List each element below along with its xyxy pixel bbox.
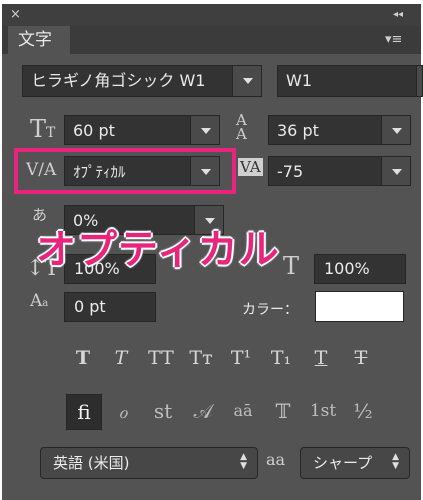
language-value: 英語 (米国) [53,454,130,472]
swash-button[interactable]: 𝒜 [186,394,220,428]
chevron-down-icon [381,116,410,144]
optical-annotation: オプティカル [36,227,280,273]
subscript-button[interactable]: T₁ [264,344,298,372]
tsume-icon: あ [32,206,48,224]
baseline-shift-field[interactable]: 0 pt [64,292,156,322]
baseline-shift-icon: Aa [30,291,49,311]
titling-alternates-button[interactable]: 𝕋 [266,394,300,428]
tracking-icon: VA [238,158,263,176]
leading-icon: AA [236,111,247,143]
font-style-value: W1 [286,71,312,90]
close-icon[interactable]: × [10,8,21,22]
baseline-shift-value: 0 pt [74,297,106,316]
antialias-select[interactable]: シャープ ▲ ▼ [300,447,410,479]
antialias-icon: aa [266,450,286,469]
faux-italic-button[interactable]: T [104,344,138,372]
discretionary-ligatures-button[interactable]: st [146,394,180,428]
text-color-swatch[interactable] [315,291,404,322]
tracking-dropdown[interactable]: -75 [268,156,411,186]
color-label: カラー： [242,302,298,318]
small-caps-button[interactable]: Tт [184,344,218,372]
ordinals-button[interactable]: 1st [306,394,340,428]
standard-ligatures-button[interactable]: fi [66,394,102,430]
updown-icon: ▲ ▼ [392,452,399,471]
font-family-value: ヒラギノ角ゴシック W1 [31,71,206,90]
panel-titlebar [2,4,421,26]
font-size-value: 60 pt [73,121,115,140]
font-style-dropdown[interactable]: W1 [277,65,423,97]
chevron-down-icon [381,157,410,185]
horizontal-scale-field[interactable]: 100% [314,254,406,284]
leading-value: 36 pt [277,121,319,140]
chevron-down-icon [232,66,261,96]
horizontal-scale-icon: T [283,252,300,280]
fractions-button[interactable]: ½ [346,394,380,428]
leading-dropdown[interactable]: 36 pt [268,115,411,145]
font-size-dropdown[interactable]: 60 pt [64,115,220,145]
superscript-button[interactable]: T¹ [224,344,258,372]
tab-character[interactable]: 文字 [8,26,70,54]
language-select[interactable]: 英語 (米国) ▲ ▼ [40,447,258,479]
all-caps-button[interactable]: TT [144,344,178,372]
strikethrough-button[interactable]: T [344,344,378,372]
font-family-dropdown[interactable]: ヒラギノ角ゴシック W1 [22,65,262,97]
collapse-icon[interactable]: ◂◂ [393,8,403,22]
panel-menu-icon[interactable]: ▾≡ [385,33,402,47]
faux-bold-button[interactable]: T [66,344,100,372]
horizontal-scale-value: 100% [324,259,370,278]
contextual-alternates-button[interactable]: ℴ [106,394,140,428]
underline-button[interactable]: T [304,344,338,372]
antialias-value: シャープ [313,454,373,472]
stylistic-alternates-button[interactable]: aā [226,394,260,428]
font-size-icon: TT [30,115,56,143]
chevron-down-icon [190,116,219,144]
chevron-down-icon [416,66,422,96]
kerning-highlight-box [14,148,236,194]
tracking-value: -75 [277,162,304,181]
updown-icon: ▲ ▼ [240,452,247,471]
